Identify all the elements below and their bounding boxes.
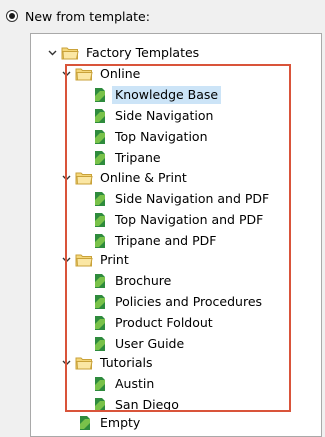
- folder-open-icon: [61, 47, 79, 60]
- chevron-down-icon[interactable]: [61, 168, 72, 188]
- tree-item-user-guide[interactable]: User Guide: [93, 334, 187, 354]
- template-doc-icon: [95, 316, 105, 330]
- tree-item-tripane[interactable]: Tripane: [93, 148, 164, 168]
- chevron-down-icon[interactable]: [47, 43, 58, 63]
- tree-node-print[interactable]: Print: [61, 250, 132, 270]
- template-doc-icon: [95, 377, 105, 391]
- chevron-down-icon[interactable]: [61, 353, 72, 373]
- template-doc-icon: [95, 398, 105, 412]
- tree-item-policies-procedures[interactable]: Policies and Procedures: [93, 292, 265, 312]
- template-doc-icon: [80, 416, 90, 430]
- tree-item-top-navigation-pdf[interactable]: Top Navigation and PDF: [93, 210, 266, 230]
- tree-label: Tripane: [115, 150, 161, 165]
- tree-label: Product Foldout: [115, 315, 213, 330]
- tree-label: Factory Templates: [86, 45, 200, 60]
- template-doc-icon: [95, 151, 105, 165]
- tree-label: Brochure: [115, 273, 172, 288]
- template-doc-icon: [95, 88, 105, 102]
- template-doc-icon: [95, 130, 105, 144]
- tree-label: Online: [100, 66, 141, 81]
- radio-button-selected[interactable]: [6, 10, 18, 22]
- new-from-template-label: New from template:: [25, 8, 150, 24]
- template-doc-icon: [95, 234, 105, 248]
- folder-open-icon: [75, 172, 93, 185]
- folder-open-icon: [75, 254, 93, 267]
- template-doc-icon: [95, 337, 105, 351]
- template-doc-icon: [95, 295, 105, 309]
- tree-item-product-foldout[interactable]: Product Foldout: [93, 313, 216, 333]
- folder-open-icon: [75, 68, 93, 81]
- tree-item-austin[interactable]: Austin: [93, 374, 157, 394]
- tree-label: Tutorials: [100, 355, 153, 370]
- tree-item-tripane-pdf[interactable]: Tripane and PDF: [93, 231, 219, 251]
- tree-label: Austin: [115, 376, 155, 391]
- chevron-down-icon[interactable]: [61, 64, 72, 84]
- tree-item-side-navigation-pdf[interactable]: Side Navigation and PDF: [93, 189, 272, 209]
- tree-item-san-diego[interactable]: San Diego: [93, 395, 182, 415]
- tree-label: Top Navigation: [115, 129, 208, 144]
- tree-label: Knowledge Base: [112, 86, 222, 104]
- template-doc-icon: [95, 213, 105, 227]
- tree-label: Top Navigation and PDF: [115, 212, 264, 227]
- tree-label: Print: [100, 252, 129, 267]
- tree-label: Online & Print: [100, 170, 187, 185]
- tree-label: San Diego: [115, 397, 179, 412]
- tree-label: Empty: [100, 415, 141, 430]
- tree-node-tutorials[interactable]: Tutorials: [61, 353, 155, 373]
- tree-item-knowledge-base[interactable]: Knowledge Base: [93, 85, 222, 105]
- tree-item-empty[interactable]: Empty: [78, 413, 143, 433]
- tree-label: User Guide: [115, 336, 185, 351]
- new-from-template-option[interactable]: New from template:: [6, 6, 150, 26]
- tree-node-online[interactable]: Online: [61, 64, 143, 84]
- tree-item-side-navigation[interactable]: Side Navigation: [93, 106, 216, 126]
- folder-open-icon: [75, 357, 93, 370]
- template-doc-icon: [95, 274, 105, 288]
- tree-node-factory-templates[interactable]: Factory Templates: [47, 43, 202, 63]
- tree-label: Policies and Procedures: [115, 294, 263, 309]
- tree-node-online-print[interactable]: Online & Print: [61, 168, 190, 188]
- tree-item-brochure[interactable]: Brochure: [93, 271, 174, 291]
- template-doc-icon: [95, 192, 105, 206]
- chevron-down-icon[interactable]: [61, 250, 72, 270]
- tree-label: Tripane and PDF: [115, 233, 217, 248]
- template-doc-icon: [95, 109, 105, 123]
- tree-label: Side Navigation and PDF: [115, 191, 270, 206]
- tree-label: Side Navigation: [115, 108, 214, 123]
- tree-item-top-navigation[interactable]: Top Navigation: [93, 127, 211, 147]
